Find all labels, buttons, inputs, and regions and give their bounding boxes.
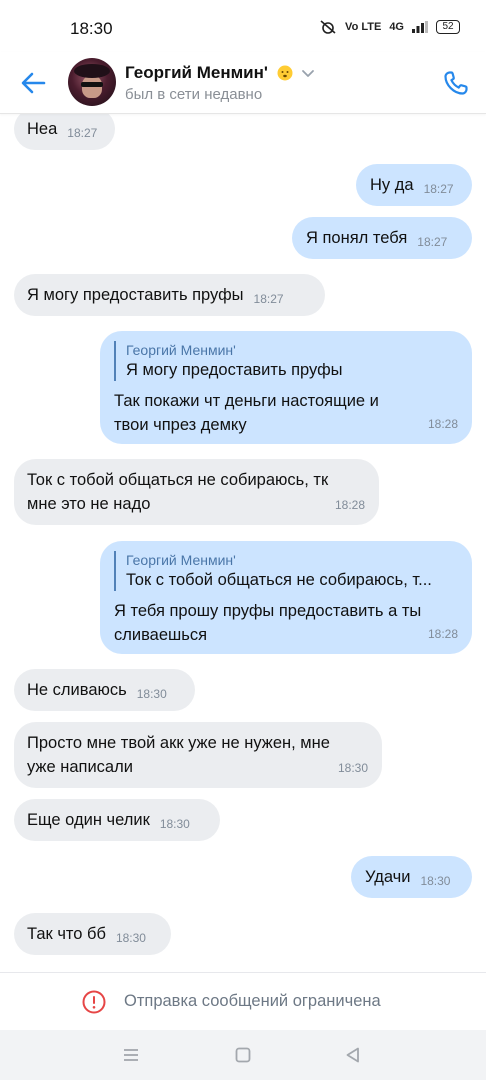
message-text: Удачи (365, 868, 411, 886)
phone-call-icon[interactable] (441, 68, 471, 98)
message-bubble-incoming[interactable]: Ток с тобой общаться не собираюсь, тк мн… (14, 459, 379, 525)
message-text: Ну да (370, 176, 414, 194)
reply-author: Георгий Менмин' (126, 342, 236, 358)
status-time: 18:30 (70, 19, 113, 38)
message-text-line: уже написали (27, 758, 133, 776)
message-time: 18:28 (427, 417, 458, 431)
message-time: 18:30 (115, 931, 146, 945)
message-time: 18:30 (159, 817, 190, 831)
status-icons: Vo LTE 4G 52 (319, 20, 460, 34)
message-time: 18:27 (67, 126, 98, 140)
avatar[interactable] (68, 58, 116, 106)
message-bubble-incoming[interactable]: Еще один челик 18:30 (14, 799, 220, 841)
message-time: 18:27 (417, 235, 448, 249)
menu-icon[interactable] (120, 1044, 142, 1066)
message-bubble-outgoing[interactable]: Ну да 18:27 (356, 164, 472, 206)
signal-icon (412, 21, 428, 33)
message-text-line: мне это не надо (27, 495, 151, 513)
warning-circle-icon (82, 990, 106, 1014)
contact-name[interactable]: Георгий Менмин' (125, 63, 268, 83)
message-time: 18:28 (427, 627, 458, 641)
message-text: Я понял тебя (306, 229, 408, 247)
back-arrow-icon[interactable] (18, 68, 48, 98)
network-type-icon: 4G (389, 21, 404, 33)
message-bubble-incoming[interactable]: Не сливаюсь 18:30 (14, 669, 195, 711)
message-text-line: Просто мне твой акк уже не нужен, мне (27, 734, 330, 752)
restricted-label: Отправка сообщений ограничена (124, 992, 381, 1010)
back-triangle-icon[interactable] (342, 1044, 364, 1066)
reply-text: Ток с тобой общаться не собираюсь, т... (126, 571, 432, 589)
status-emoji-icon (277, 65, 293, 81)
message-text: Так что бб (27, 925, 106, 943)
quoted-reply[interactable]: Георгий Менмин' Ток с тобой общаться не … (114, 551, 458, 591)
chevron-down-icon[interactable] (300, 66, 316, 80)
message-text: Не сливаюсь (27, 681, 127, 699)
message-text-line: Я тебя прошу пруфы предоставить а ты (114, 602, 422, 620)
message-time: 18:27 (423, 182, 454, 196)
reply-author: Георгий Менмин' (126, 552, 236, 568)
battery-icon: 52 (436, 20, 460, 34)
message-bubble-incoming[interactable]: Неа 18:27 (14, 114, 115, 150)
message-bubble-incoming[interactable]: Я могу предоставить пруфы 18:27 (14, 274, 325, 316)
message-text-line: твои чпрез демку (114, 416, 247, 434)
status-bar: 18:30 Vo LTE 4G 52 (0, 0, 486, 52)
message-time: 18:30 (337, 761, 368, 775)
message-text-line: Так покажи чт деньги настоящие и (114, 392, 379, 410)
message-time: 18:30 (420, 874, 451, 888)
quoted-reply[interactable]: Георгий Менмин' Я могу предоставить пруф… (114, 341, 458, 381)
message-text-line: Ток с тобой общаться не собираюсь, тк (27, 471, 329, 489)
message-text: Неа (27, 120, 58, 138)
message-text: Я могу предоставить пруфы (27, 286, 244, 304)
reply-text: Я могу предоставить пруфы (126, 361, 343, 379)
mute-alarm-icon (320, 20, 336, 34)
chat-header: Георгий Менмин' был в сети недавно (0, 52, 486, 114)
message-time: 18:28 (334, 498, 365, 512)
message-text-line: сливаешься (114, 626, 208, 644)
message-time: 18:30 (136, 687, 167, 701)
message-bubble-incoming[interactable]: Так что бб 18:30 (14, 913, 171, 955)
message-time: 18:27 (253, 292, 284, 306)
system-navigation-bar (0, 1030, 486, 1080)
message-text: Еще один челик (27, 811, 150, 829)
message-bubble-outgoing-reply[interactable]: Георгий Менмин' Я могу предоставить пруф… (100, 331, 472, 444)
message-list[interactable]: Неа 18:27 Ну да 18:27 Я понял тебя 18:27 Я … (0, 114, 486, 972)
volte-icon: Vo LTE (345, 21, 382, 33)
message-bubble-outgoing[interactable]: Я понял тебя 18:27 (292, 217, 472, 259)
message-bubble-incoming[interactable]: Просто мне твой акк уже не нужен, мне уж… (14, 722, 382, 788)
home-icon[interactable] (232, 1044, 254, 1066)
contact-status: был в сети недавно (125, 86, 263, 103)
message-bubble-outgoing-reply[interactable]: Георгий Менмин' Ток с тобой общаться не … (100, 541, 472, 654)
message-bubble-outgoing[interactable]: Удачи 18:30 (351, 856, 472, 898)
messaging-restricted-bar: Отправка сообщений ограничена (0, 972, 486, 1030)
